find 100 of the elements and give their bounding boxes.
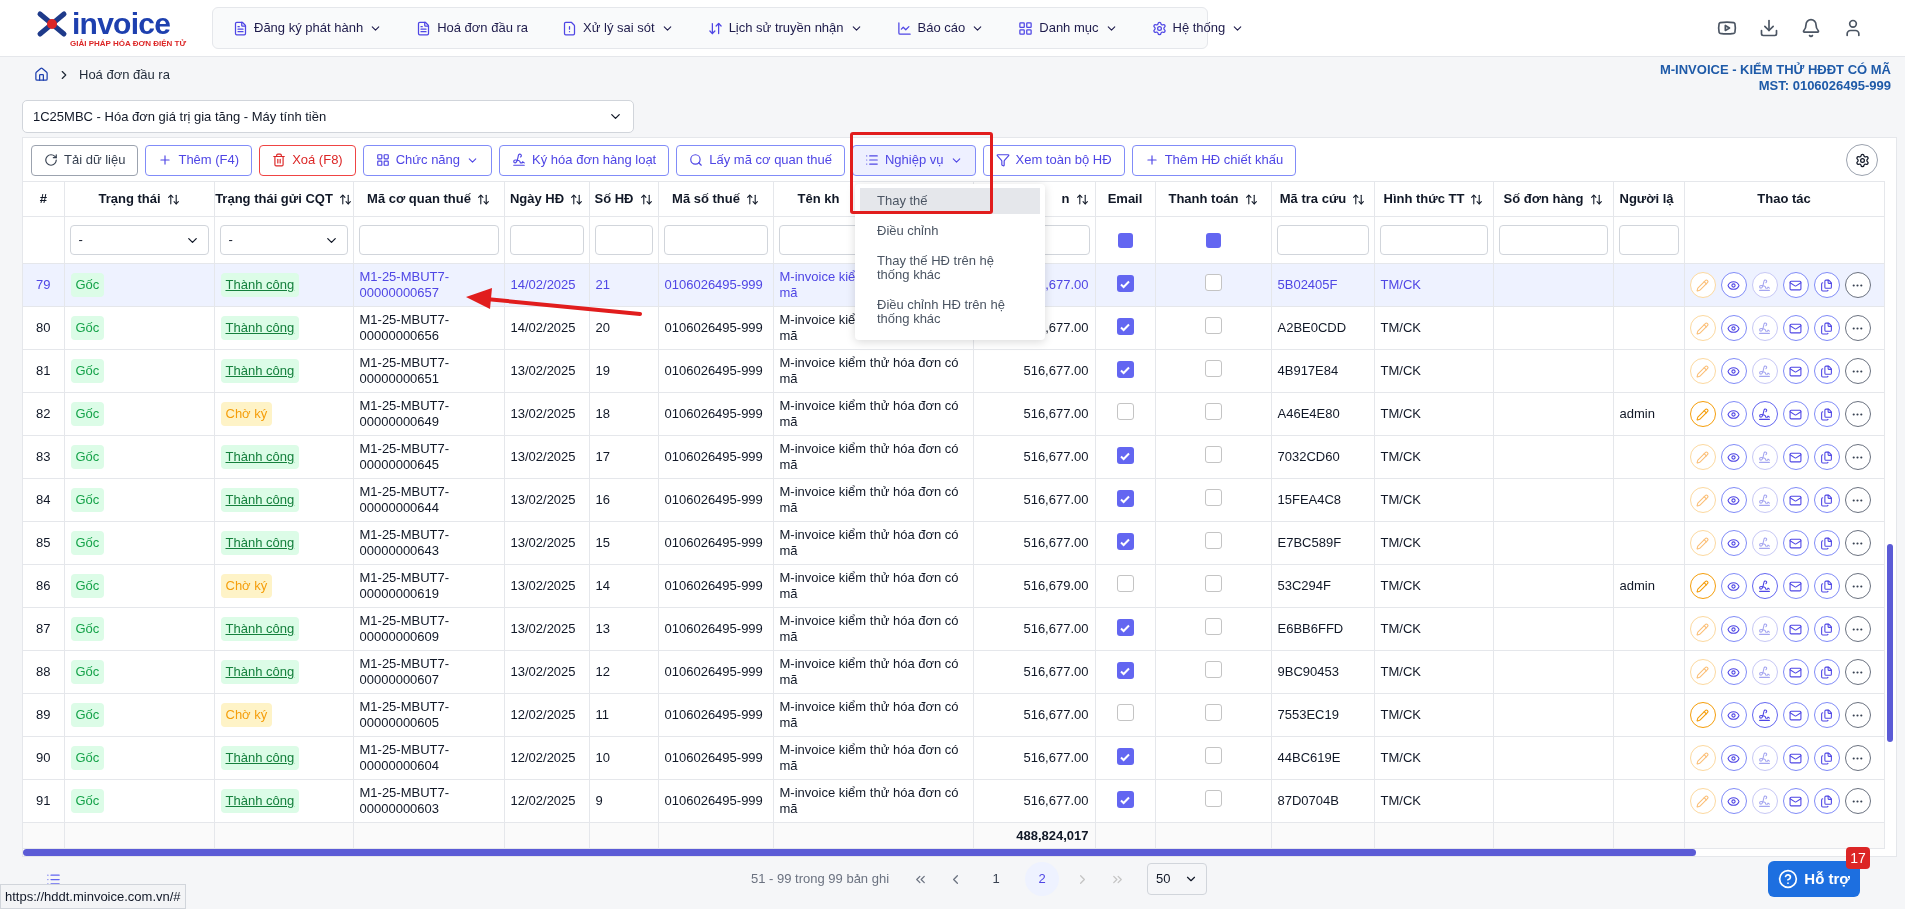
more-button[interactable]	[1844, 272, 1871, 298]
sort-icon[interactable]	[1470, 192, 1484, 206]
copy-button[interactable]	[1813, 702, 1840, 728]
table-row[interactable]: 88 Gốc Thành công M1-25-MBUT7-00000000607 13/02/2025 12 0106026495-999 M-invoice kiểm thử hóa đơn có mã 516,677.00 9BC90453 TM/CK	[23, 650, 1884, 694]
toolbar-button[interactable]: Tải dữ liệu	[31, 144, 139, 176]
toolbar-button[interactable]: Xoá (F8)	[259, 144, 356, 176]
checkbox[interactable]	[1204, 617, 1222, 635]
more-button[interactable]	[1844, 573, 1871, 599]
checkbox[interactable]	[1204, 445, 1222, 463]
nav-menu-item[interactable]: Báo cáo	[896, 18, 985, 38]
copy-button[interactable]	[1813, 788, 1840, 814]
nav-menu-item[interactable]: Đăng ký phát hành	[233, 18, 383, 38]
table-row[interactable]: 83 Gốc Thành công M1-25-MBUT7-00000000645 13/02/2025 17 0106026495-999 M-invoice kiểm thử hóa đơn có mã 516,677.00 7032CD60 TM/CK	[23, 435, 1884, 479]
table-row[interactable]: 82 Gốc Chờ ký M1-25-MBUT7-00000000649 13/02/2025 18 0106026495-999 M-invoice kiểm thử hóa đơn có mã 516,677.00 A46E4E80 TM/CK admin	[23, 392, 1884, 436]
filter-field[interactable]	[509, 225, 584, 255]
table-row[interactable]: 81 Gốc Thành công M1-25-MBUT7-00000000651 13/02/2025 19 0106026495-999 M-invoice kiểm thử hóa đơn có mã 516,677.00 4B917E84 TM/CK	[23, 349, 1884, 393]
edit-button[interactable]	[1689, 702, 1716, 728]
email-button[interactable]	[1782, 616, 1809, 642]
email-button[interactable]	[1782, 315, 1809, 341]
checkbox[interactable]	[1204, 574, 1222, 592]
filter-select[interactable]: -	[219, 225, 348, 255]
checkbox[interactable]	[1204, 789, 1222, 807]
sort-icon[interactable]	[338, 192, 352, 206]
nav-menu-item[interactable]: Hoá đơn đầu ra	[416, 18, 529, 38]
toolbar-button[interactable]: Chức năng	[362, 144, 493, 176]
sort-icon[interactable]	[1352, 192, 1366, 206]
nav-menu-item[interactable]: Xử lý sai sót	[562, 18, 674, 38]
sort-icon[interactable]	[476, 192, 490, 206]
checkbox[interactable]	[1116, 574, 1134, 592]
scrollbar-thumb[interactable]	[1886, 544, 1893, 742]
table-row[interactable]: 90 Gốc Thành công M1-25-MBUT7-00000000604 12/02/2025 10 0106026495-999 M-invoice kiểm thử hóa đơn có mã 516,677.00 44BC619E TM/CK	[23, 736, 1884, 780]
more-button[interactable]	[1844, 444, 1871, 470]
email-button[interactable]	[1782, 272, 1809, 298]
menu-item[interactable]: Thay thế	[860, 188, 1040, 214]
view-button[interactable]	[1720, 616, 1747, 642]
table-row[interactable]: 87 Gốc Thành công M1-25-MBUT7-00000000609 13/02/2025 13 0106026495-999 M-invoice kiểm thử hóa đơn có mã 516,677.00 E6BB6FFD TM/CK	[23, 607, 1884, 651]
email-button[interactable]	[1782, 659, 1809, 685]
checkbox[interactable]	[1116, 662, 1134, 679]
checkbox[interactable]	[1116, 318, 1134, 335]
checkbox[interactable]	[1204, 316, 1222, 334]
filter-field[interactable]	[1276, 225, 1369, 255]
filter-field[interactable]	[663, 225, 768, 255]
copy-button[interactable]	[1813, 487, 1840, 513]
view-button[interactable]	[1720, 702, 1747, 728]
user-icon[interactable]	[1843, 18, 1863, 38]
horizontal-scrollbar[interactable]	[23, 849, 1696, 856]
email-button[interactable]	[1782, 444, 1809, 470]
checkbox[interactable]	[1204, 359, 1222, 377]
copy-button[interactable]	[1813, 272, 1840, 298]
table-row[interactable]: 85 Gốc Thành công M1-25-MBUT7-00000000643 13/02/2025 15 0106026495-999 M-invoice kiểm thử hóa đơn có mã 516,677.00 E7BC589F TM/CK	[23, 521, 1884, 565]
email-button[interactable]	[1782, 530, 1809, 556]
filter-checkbox[interactable]	[1117, 232, 1133, 248]
checkbox[interactable]	[1116, 447, 1134, 464]
page-button[interactable]: 2	[1025, 862, 1060, 896]
sort-icon[interactable]	[570, 192, 584, 206]
more-button[interactable]	[1844, 616, 1871, 642]
view-button[interactable]	[1720, 358, 1747, 384]
checkbox[interactable]	[1116, 402, 1134, 420]
checkbox[interactable]	[1116, 275, 1134, 292]
checkbox[interactable]	[1204, 660, 1222, 678]
filter-field[interactable]	[1498, 225, 1608, 255]
breadcrumb-link[interactable]: Hoá đơn đầu ra	[79, 65, 170, 85]
checkbox[interactable]	[1116, 703, 1134, 721]
sort-icon[interactable]	[745, 192, 759, 206]
email-button[interactable]	[1782, 788, 1809, 814]
copy-button[interactable]	[1813, 444, 1840, 470]
sort-icon[interactable]	[1589, 192, 1603, 206]
table-row[interactable]: 86 Gốc Chờ ký M1-25-MBUT7-00000000619 13/02/2025 14 0106026495-999 M-invoice kiểm thử hóa đơn có mã 516,679.00 53C294F TM/CK admin	[23, 564, 1884, 608]
sort-icon[interactable]	[1075, 192, 1089, 206]
checkbox[interactable]	[1204, 402, 1222, 420]
more-button[interactable]	[1844, 315, 1871, 341]
checkbox[interactable]	[1116, 361, 1134, 378]
filter-field[interactable]	[1618, 225, 1679, 255]
video-icon[interactable]	[1717, 18, 1737, 38]
filter-field[interactable]	[358, 225, 499, 255]
view-button[interactable]	[1720, 659, 1747, 685]
view-button[interactable]	[1720, 745, 1747, 771]
filter-select[interactable]: -	[69, 225, 209, 255]
filter-field[interactable]	[594, 225, 653, 255]
nav-menu-item[interactable]: Lịch sử truyền nhận	[707, 18, 863, 38]
copy-button[interactable]	[1813, 659, 1840, 685]
more-button[interactable]	[1844, 530, 1871, 556]
view-button[interactable]	[1720, 487, 1747, 513]
view-button[interactable]	[1720, 444, 1747, 470]
menu-item[interactable]: Điều chỉnh	[860, 218, 1040, 244]
page-button[interactable]: 1	[979, 862, 1014, 896]
view-button[interactable]	[1720, 401, 1747, 427]
view-button[interactable]	[1720, 788, 1747, 814]
more-button[interactable]	[1844, 659, 1871, 685]
email-button[interactable]	[1782, 573, 1809, 599]
checkbox[interactable]	[1204, 703, 1222, 721]
toolbar-button[interactable]: Lấy mã cơ quan thuế	[676, 144, 845, 176]
more-button[interactable]	[1844, 401, 1871, 427]
edit-button[interactable]	[1689, 573, 1716, 599]
email-button[interactable]	[1782, 358, 1809, 384]
toolbar-button[interactable]: Thêm HĐ chiết khấu	[1131, 144, 1297, 176]
more-button[interactable]	[1844, 358, 1871, 384]
download-icon[interactable]	[1759, 18, 1779, 38]
copy-button[interactable]	[1813, 401, 1840, 427]
home-icon[interactable]	[34, 67, 49, 83]
